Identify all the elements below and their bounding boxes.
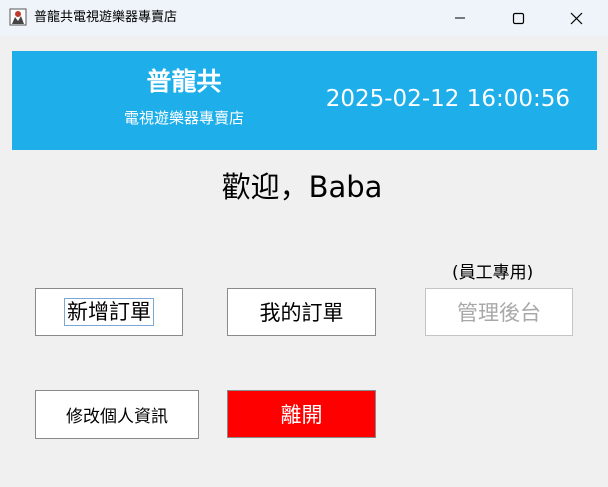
close-button[interactable] bbox=[547, 0, 605, 36]
maximize-icon bbox=[512, 12, 524, 24]
my-orders-button[interactable]: 我的訂單 bbox=[227, 288, 376, 336]
minimize-button[interactable] bbox=[431, 0, 489, 36]
admin-panel-label: 管理後台 bbox=[457, 301, 541, 325]
title-bar: 普龍共電視遊樂器專賣店 bbox=[0, 0, 608, 36]
close-icon bbox=[570, 12, 582, 24]
window-title: 普龍共電視遊樂器專賣店 bbox=[34, 10, 178, 25]
edit-profile-label: 修改個人資訊 bbox=[66, 407, 168, 427]
minimize-icon bbox=[455, 17, 465, 19]
new-order-button[interactable]: 新增訂單 bbox=[35, 288, 183, 336]
app-icon bbox=[9, 8, 27, 26]
new-order-label: 新增訂單 bbox=[64, 298, 154, 326]
welcome-message: 歡迎，Baba bbox=[221, 170, 383, 204]
admin-panel-button[interactable]: 管理後台 bbox=[425, 288, 573, 336]
maximize-button[interactable] bbox=[489, 0, 547, 36]
staff-only-label: (員工專用) bbox=[452, 263, 534, 283]
brand-subtitle: 電視遊樂器專賣店 bbox=[123, 109, 244, 127]
datetime-display: 2025-02-12 16:00:56 bbox=[325, 86, 570, 112]
exit-button[interactable]: 離開 bbox=[227, 390, 376, 438]
edit-profile-button[interactable]: 修改個人資訊 bbox=[35, 390, 199, 439]
my-orders-label: 我的訂單 bbox=[259, 301, 344, 325]
header-banner: 普龍共 電視遊樂器專賣店 2025-02-12 16:00:56 bbox=[12, 51, 597, 150]
brand-name: 普龍共 bbox=[146, 67, 222, 96]
exit-label: 離開 bbox=[280, 403, 323, 427]
